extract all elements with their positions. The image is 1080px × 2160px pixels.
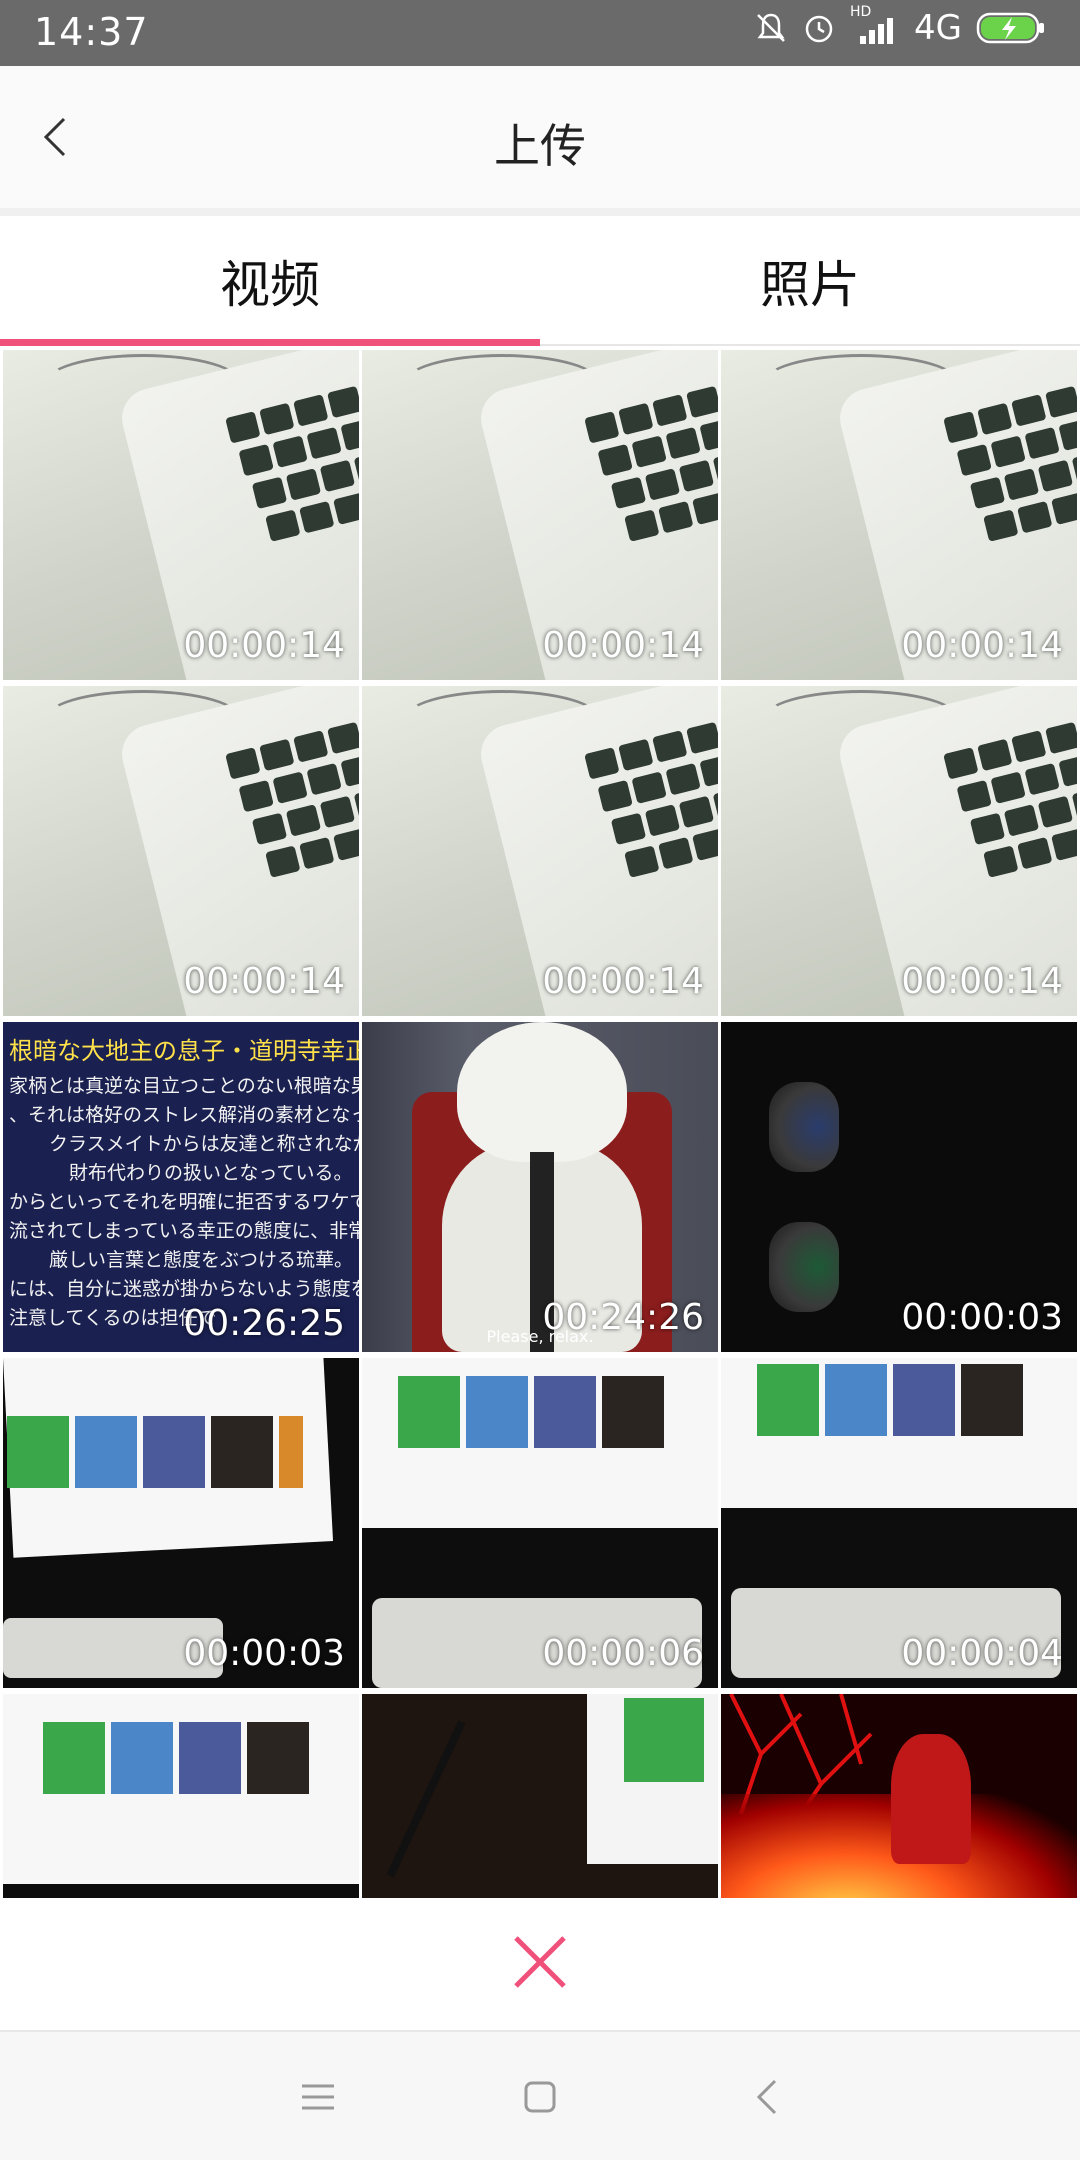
cancel-area [0, 1898, 1080, 2030]
video-duration: 00:00:03 [901, 1297, 1063, 1338]
status-time: 14:37 [34, 10, 149, 54]
video-thumbnail[interactable]: 00:00:14 [3, 350, 359, 680]
thumb-text-line: からといってそれを明確に拒否するワケでもなく [9, 1191, 359, 1213]
video-duration: 00:26:25 [183, 1303, 345, 1344]
back-icon [756, 2079, 777, 2115]
thumb-text-line: 、それは格好のストレス解消の素材となってしま [9, 1104, 359, 1126]
video-thumbnail[interactable]: Please, relax. 00:24:26 [362, 1022, 718, 1352]
video-thumbnail[interactable]: 00:00:06 [362, 1358, 718, 1688]
video-duration: 00:00:14 [901, 625, 1063, 666]
tab-videos[interactable]: 视频 [0, 216, 540, 346]
battery-charging-icon [976, 12, 1044, 44]
menu-icon [302, 2084, 334, 2110]
header: 上传 [0, 66, 1080, 208]
video-thumbnail[interactable]: 00:00:14 [362, 350, 718, 680]
video-duration: 00:00:04 [901, 1633, 1063, 1674]
page-title: 上传 [494, 119, 586, 173]
signal-icon: HD [850, 4, 900, 46]
video-duration: 00:00:14 [542, 625, 704, 666]
thumb-text-line: 流されてしまっている幸正の態度に、非常に苛つい [9, 1220, 359, 1242]
status-icons: HD 4G [754, 4, 1046, 48]
video-duration: 00:24:26 [542, 1297, 704, 1338]
tab-photos[interactable]: 照片 [540, 216, 1080, 346]
video-thumbnail[interactable] [3, 1694, 359, 1898]
video-thumbnail[interactable]: 根暗な大地主の息子・道明寺幸正 家柄とは真逆な目立つことのない根暗な男子であ 、… [3, 1022, 359, 1352]
mute-bell-icon [757, 13, 785, 42]
status-bar: 14:37 HD 4G [0, 0, 1080, 66]
video-thumbnail[interactable]: 00:00:14 [721, 350, 1077, 680]
video-grid: 00:00:14 00:00:14 00:00:14 00:00:14 00:0… [0, 348, 1080, 1898]
header-divider [0, 208, 1080, 216]
home-button[interactable] [515, 2072, 565, 2122]
video-thumbnail[interactable]: 00:00:03 [3, 1358, 359, 1688]
thumb-text-line: クラスメイトからは友達と称されながら [49, 1133, 359, 1155]
video-thumbnail[interactable]: 00:00:03 [721, 1022, 1077, 1352]
video-duration: 00:00:06 [542, 1633, 704, 1674]
video-thumbnail[interactable]: 00:00:14 [721, 686, 1077, 1016]
thumb-text-line: 財布代わりの扱いとなっている。 [69, 1162, 353, 1184]
cancel-button[interactable] [508, 1930, 572, 1994]
thumb-text-line: には、自分に迷惑が掛からないよう態度を改めろ [9, 1278, 359, 1300]
tab-bar: 视频 照片 [0, 216, 1080, 346]
video-thumbnail[interactable]: 00:00:14 [362, 686, 718, 1016]
video-duration: 00:00:14 [183, 961, 345, 1002]
network-type: 4G [914, 8, 962, 48]
system-back-button[interactable] [742, 2072, 792, 2122]
active-tab-indicator [0, 339, 540, 346]
video-thumbnail[interactable] [362, 1694, 718, 1898]
home-square-icon [524, 2081, 556, 2113]
thumb-text-line: 家柄とは真逆な目立つことのない根暗な男子であ [9, 1075, 359, 1097]
video-duration: 00:00:14 [542, 961, 704, 1002]
video-thumbnail[interactable]: 00:00:04 [721, 1358, 1077, 1688]
close-icon [514, 1936, 566, 1988]
thumb-text-line: 厳しい言葉と態度をぶつける琉華。 [49, 1249, 354, 1271]
video-thumbnail[interactable] [721, 1694, 1077, 1898]
video-thumbnail[interactable]: 00:00:14 [3, 686, 359, 1016]
menu-button[interactable] [293, 2072, 343, 2122]
thumb-text-line: 根暗な大地主の息子・道明寺幸正 [9, 1037, 359, 1065]
video-duration: 00:00:14 [183, 625, 345, 666]
system-nav-bar [0, 2032, 1080, 2160]
alarm-icon [805, 15, 833, 43]
video-duration: 00:00:03 [183, 1633, 345, 1674]
video-duration: 00:00:14 [901, 961, 1063, 1002]
